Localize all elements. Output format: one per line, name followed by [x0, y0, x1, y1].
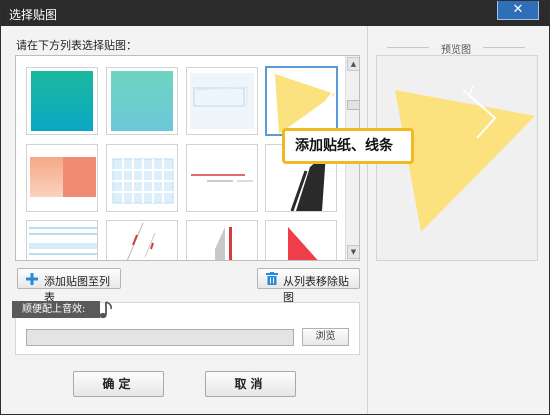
preview-header: 预览图 — [381, 41, 531, 56]
music-note-icon — [99, 301, 112, 319]
cancel-button[interactable]: 取消 — [205, 371, 296, 397]
browse-button[interactable]: 浏览 — [302, 328, 349, 346]
chevron-down-icon: ▼ — [350, 248, 357, 256]
sticker-thumb-red-triangle[interactable] — [265, 220, 337, 260]
trash-icon — [266, 272, 278, 285]
sticker-thumb-mint-gradient[interactable] — [106, 67, 178, 135]
sticker-thumb-blue-grid[interactable] — [106, 144, 178, 212]
sound-effect-panel: 顺便配上音效: 浏览 — [12, 301, 360, 355]
sticker-thumb-light-frame[interactable] — [186, 67, 258, 135]
sticker-thumb-teal-gradient[interactable] — [26, 67, 98, 135]
sticker-thumb-salmon-gradient[interactable] — [26, 144, 98, 212]
grey-bars-image — [215, 227, 232, 260]
sound-effect-tab: 顺便配上音效: — [12, 301, 100, 318]
salmon-gradient-image — [30, 157, 96, 197]
remove-sticker-label: 从列表移除贴图 — [283, 275, 349, 304]
teal-gradient-image — [31, 71, 93, 131]
sticker-thumb-grey-bars[interactable] — [186, 220, 258, 260]
plus-icon — [26, 273, 38, 285]
title-bar: 选择贴图 ✕ — [1, 1, 549, 26]
red-dashes-image — [126, 222, 156, 260]
mint-gradient-image — [111, 71, 173, 131]
light-frame-image — [190, 73, 254, 129]
ok-button[interactable]: 确定 — [73, 371, 164, 397]
add-sticker-button[interactable]: 添加贴图至列表 — [17, 268, 121, 304]
yellow-triangle-image — [275, 70, 335, 134]
red-triangle-image — [288, 227, 318, 260]
window-title: 选择贴图 — [9, 8, 58, 22]
preview-title: 预览图 — [441, 45, 471, 56]
sticker-thumb-red-dashes[interactable] — [106, 220, 178, 260]
red-line-image — [191, 174, 253, 182]
close-button[interactable]: ✕ — [497, 1, 539, 20]
sticker-thumb-yellow-triangle[interactable] — [265, 66, 338, 136]
sticker-thumb-blue-lines[interactable] — [26, 220, 98, 260]
blue-lines-image — [29, 227, 97, 255]
panel-divider — [367, 26, 368, 414]
remove-sticker-button[interactable]: 从列表移除贴图 — [257, 268, 360, 304]
scroll-thumb[interactable] — [347, 100, 359, 110]
scroll-down-button[interactable]: ▼ — [347, 245, 359, 259]
preview-header-line-right — [483, 47, 525, 48]
sound-effect-label: 顺便配上音效: — [22, 304, 86, 315]
tooltip-add-stickers: 添加贴纸、线条 — [282, 128, 414, 164]
chevron-up-icon: ▲ — [350, 60, 357, 68]
sticker-thumb-red-line[interactable] — [186, 144, 258, 212]
blue-grid-image — [109, 149, 177, 211]
sticker-dialog: 选择贴图 ✕ 请在下方列表选择贴图： ▲ ▼ 添加贴图至列表 从列表移除贴图 顺… — [0, 0, 550, 415]
sound-file-input[interactable] — [26, 329, 294, 346]
close-icon: ✕ — [512, 2, 524, 17]
scroll-up-button[interactable]: ▲ — [347, 57, 359, 71]
list-instruction-label: 请在下方列表选择贴图： — [16, 39, 137, 52]
